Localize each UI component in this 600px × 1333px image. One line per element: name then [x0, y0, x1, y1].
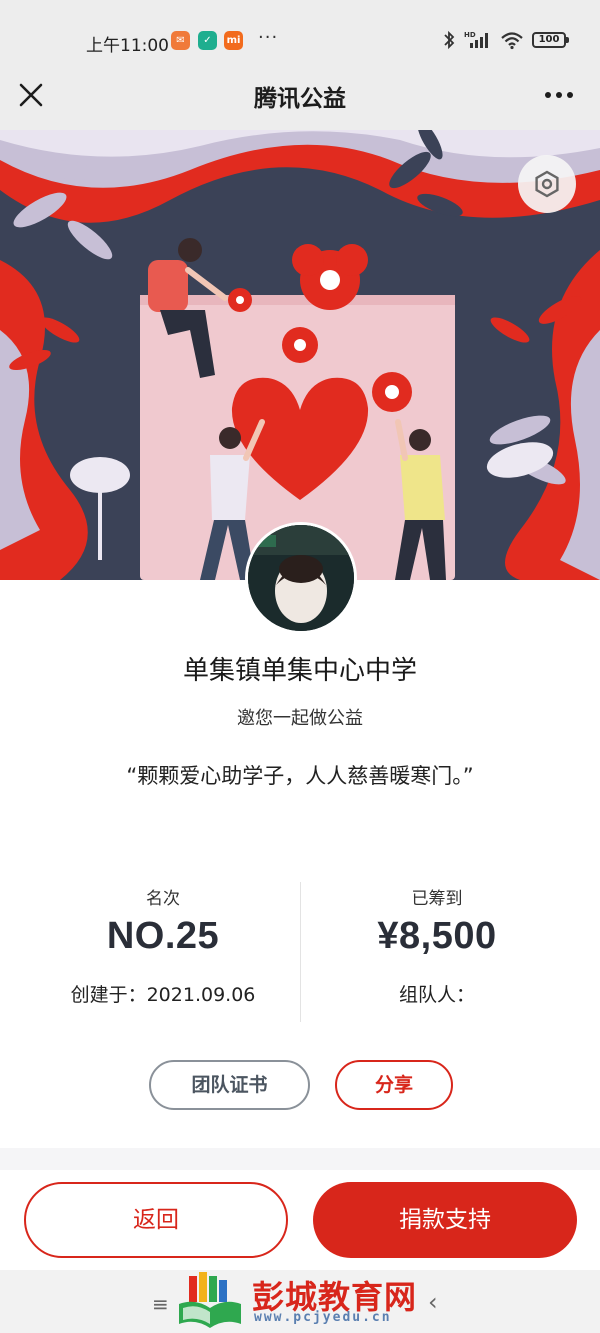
status-time: 上午11:00 [86, 36, 169, 56]
organizer-label: 组队人： [398, 984, 475, 1006]
team-certificate-button[interactable]: 团队证书 [149, 1060, 310, 1110]
orange-app-icon: ✉ [171, 31, 190, 50]
bluetooth-icon [444, 30, 455, 50]
team-slogan: “颗颗爱心助学子，人人慈善暖寒门。” [126, 764, 474, 788]
title-bar: 腾讯公益 [0, 60, 600, 130]
invite-text: 邀您一起做公益 [237, 708, 363, 729]
cell-signal-icon: HD [464, 31, 488, 48]
status-indicators: HD 100 [442, 30, 569, 50]
battery-icon: 100 [532, 32, 569, 48]
watermark-url: www.pcjyedu.cn [254, 1310, 392, 1325]
system-nav-bar: ≡ ‹ 彭城教育网 www.pcjyedu.cn [0, 1270, 600, 1333]
mi-app-icon: mi [224, 31, 243, 50]
egg-avatar-image [248, 525, 354, 631]
rank-stat: 名次 NO.25 创建于：2021.09.06 [13, 884, 313, 1007]
bottom-action-bar: 返回 捐款支持 [0, 1170, 600, 1270]
share-button[interactable]: 分享 [335, 1060, 453, 1110]
back-button[interactable]: 返回 [24, 1182, 288, 1258]
page-title: 腾讯公益 [254, 86, 346, 112]
rank-label: 名次 [146, 889, 180, 909]
donate-button[interactable]: 捐款支持 [313, 1182, 577, 1258]
raised-label: 已筹到 [411, 889, 463, 909]
created-date: 创建于：2021.09.06 [70, 984, 256, 1006]
rank-value: NO.25 [106, 915, 220, 957]
raised-stat: 已筹到 ¥8,500 组队人： [287, 884, 587, 1007]
wifi-icon [501, 32, 523, 50]
nav-back-icon[interactable]: ‹ [428, 1288, 438, 1316]
charity-illustration [0, 130, 600, 580]
status-more-icon: ··· [258, 27, 279, 48]
avatar [245, 522, 357, 634]
raised-value: ¥8,500 [377, 915, 497, 957]
nav-menu-icon[interactable]: ≡ [152, 1292, 169, 1316]
hero-banner [0, 130, 600, 580]
hd-label: HD [464, 31, 476, 39]
watermark-book-logo-icon [179, 1272, 241, 1328]
organization-name: 单集镇单集中心中学 [182, 656, 417, 686]
hexagon-settings-icon [535, 170, 559, 198]
teal-app-icon: ✓ [198, 31, 217, 50]
more-options-icon[interactable] [544, 82, 574, 108]
mini-program-button[interactable] [518, 155, 576, 213]
